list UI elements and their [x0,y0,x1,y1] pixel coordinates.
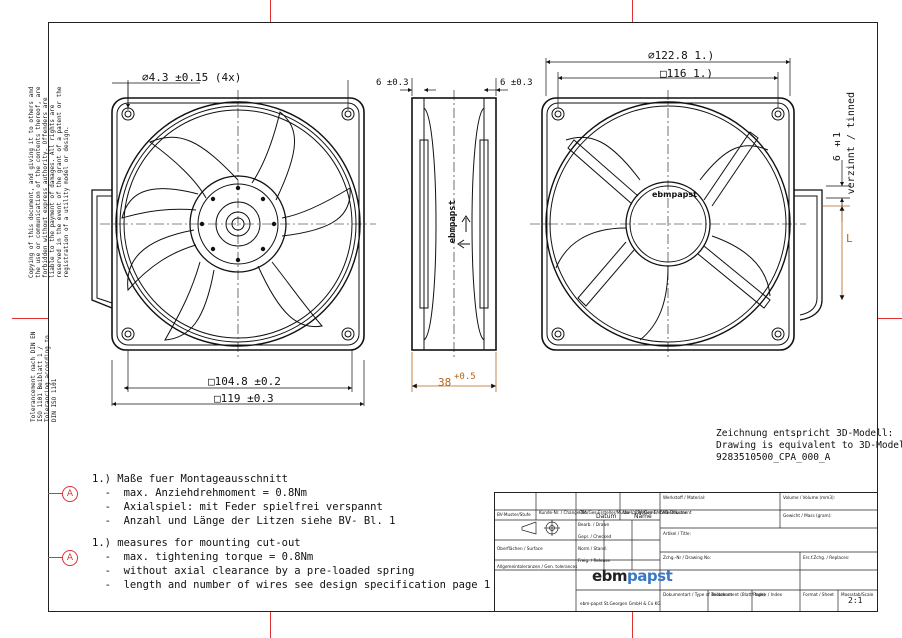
tb-index: Index / Index [755,592,783,597]
tb-format: Format / Sheet [803,592,834,597]
drawing-sheet: Copying of this document, and giving it … [0,0,902,638]
tb-scale-value: 2:1 [848,596,863,605]
tinned-label: verzinnt / tinned [846,92,857,195]
depth-tolerance: +0.5 [454,372,476,382]
square-104-dim: □104.8 ±0.2 [208,375,281,388]
tb-gepr: Gepr. / Checked [578,534,612,539]
depth-dim: 38 [438,376,452,389]
face-width-dim: 6 ±0.3 [376,78,409,88]
tb-bv-muster: BV-Muster/Stufe [497,512,531,517]
tb-datum: Datum [596,513,617,520]
model-note-de: Zeichnung entspricht 3D-Modell: [716,428,894,439]
marker-a-de: A [62,486,78,502]
tinned-dim: 6 ±1 [832,132,843,162]
note-de-head: 1.) Maße fuer Montageausschnitt [92,473,288,485]
note-en-line1: - max. tightening torque = 0.8Nm [92,551,314,563]
note-de-line3: - Anzahl und Länge der Litzen siehe BV- … [92,515,396,527]
note-en-head: 1.) measures for mounting cut-out [92,537,301,549]
tb-bearb: Bearb. / Drawn [578,522,610,527]
front-view [91,90,376,360]
rear-brand-label: ebmpapst [652,190,697,199]
tb-name: Name [634,513,652,520]
marker-a-en: A [62,550,78,566]
tb-mass: Gewicht / Mass (gram): [783,513,832,518]
ebmpapst-logo: ebmpapst [592,567,673,585]
marker-leader-en [48,557,62,558]
tb-drawing-no: Zchg.-Nr / Drawing No: [663,555,712,560]
wire-length-dim: L [846,232,853,245]
square-119-dim: □119 ±0.3 [214,392,274,405]
hole-diameter-dim: ⌀4.3 ±0.15 (4x) [142,71,242,84]
note-de-line1: - max. Anziehdrehmoment = 0.8Nm [92,487,307,499]
note-de-line2: - Axialspiel: mit Feder spielfrei verspa… [92,501,383,513]
model-note: Zeichnung entspricht 3D-Modell: Drawing … [716,428,902,464]
tb-material: Werkstoff / Material: [663,495,706,500]
tb-surface: Oberflächen / Surface [497,546,543,551]
rear-view [530,90,823,360]
side-brand-label: ebmpapst [448,200,458,244]
tb-norm: Norm / Stand. [578,546,608,551]
tb-replaces: Ers.f.Zchg. / Replaces: [803,555,850,560]
model-note-en: Drawing is equivalent to 3D-Model: [716,440,902,451]
face-width-dim-right: 6 ±0.3 [500,78,533,88]
square-116-dim: □116 1.) [660,67,713,80]
marker-leader-de [48,493,62,494]
tb-company: ebm-papst St.Georgen GmbH & Co KG [580,601,661,606]
tb-volume: Volume / Volume (mm3): [783,495,836,500]
tb-gen-tol: Allgemeintoleranzen / Gen. tolerances [497,564,578,569]
note-en-line3: - length and number of wires see design … [92,579,491,591]
note-en-line2: - without axial clearance by a pre-loade… [92,565,415,577]
tb-title: Artikel / Title: [663,531,691,536]
tb-frei: Freig. / Release [578,558,610,563]
outer-diameter-dim: ⌀122.8 1.) [648,49,715,62]
model-number: 9283510500_CPA_000_A [716,452,831,463]
